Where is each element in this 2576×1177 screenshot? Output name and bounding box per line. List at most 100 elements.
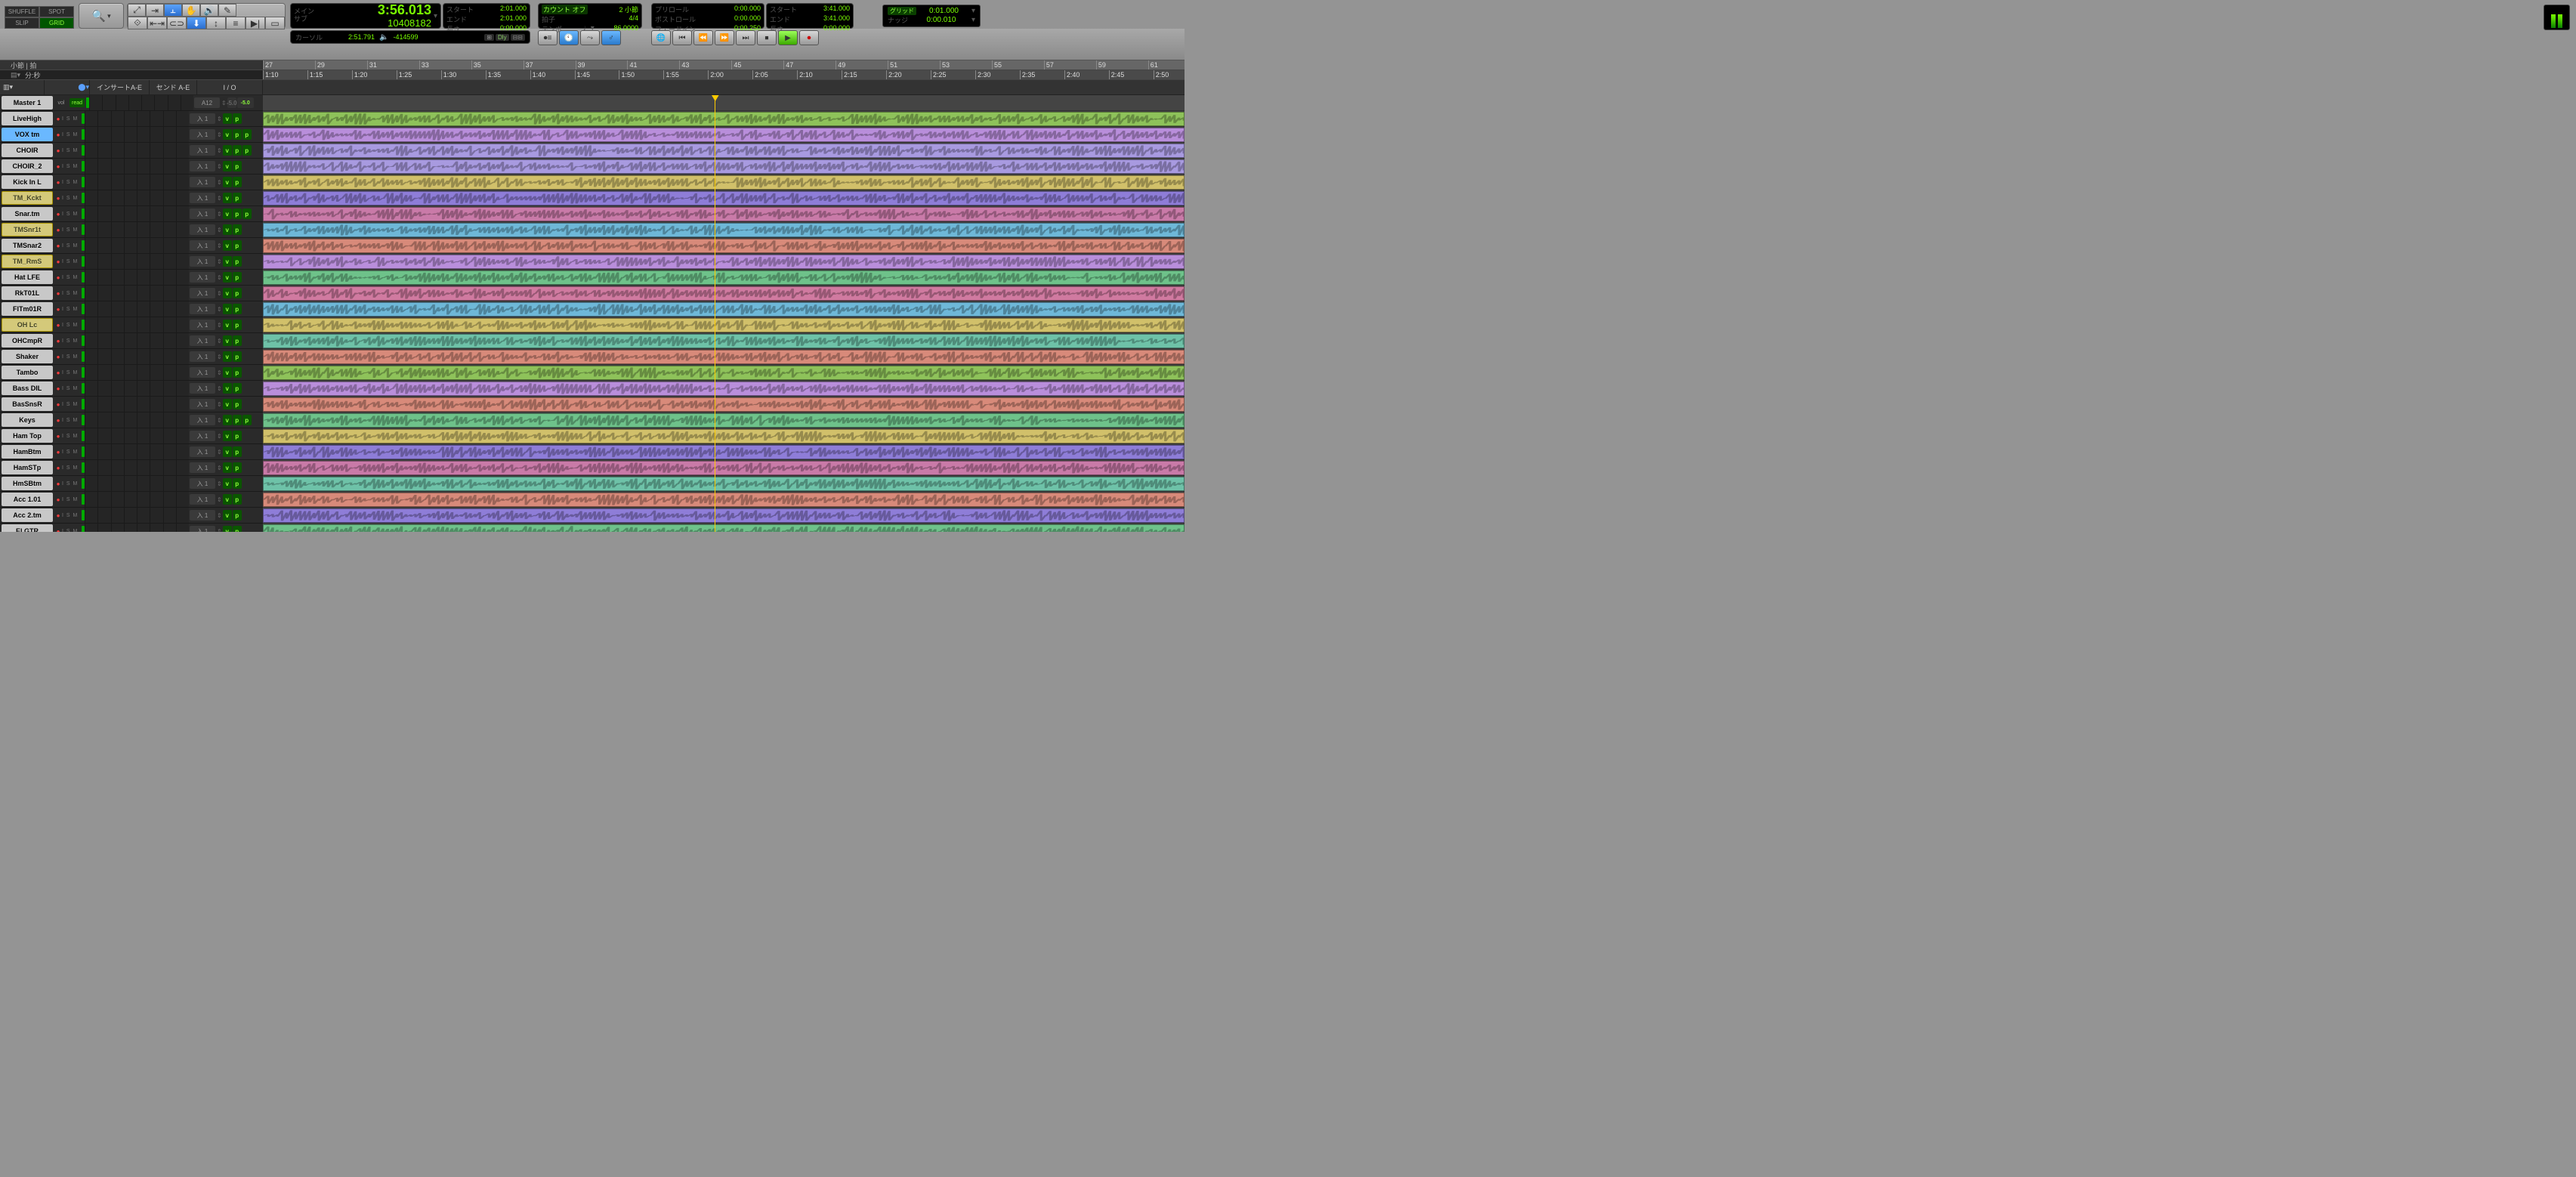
clip-lane[interactable]	[263, 524, 1185, 532]
insert-slot[interactable]	[111, 206, 124, 221]
playlist-btn[interactable]: -5.0	[237, 97, 254, 108]
insert-slot[interactable]	[137, 286, 150, 301]
clip-lane[interactable]	[263, 365, 1185, 381]
insert-slot[interactable]	[176, 365, 189, 380]
insert-slot[interactable]	[137, 206, 150, 221]
insert-slots[interactable]	[85, 476, 189, 491]
vol-label[interactable]: vol	[54, 98, 68, 107]
read-label[interactable]: read	[69, 98, 85, 107]
input-selector[interactable]: 入 1	[190, 224, 215, 235]
io-dropdown-icon[interactable]: ⇕	[217, 322, 222, 329]
clip-lane[interactable]	[263, 492, 1185, 508]
insert-slot[interactable]	[124, 460, 137, 475]
insert-slot[interactable]	[85, 333, 97, 348]
insert-slot[interactable]	[124, 381, 137, 396]
playlist-btn[interactable]: p	[233, 256, 242, 267]
input-selector[interactable]: 入 1	[190, 383, 215, 394]
track-header[interactable]: Ham Top ● I S M 入 1 ⇕ v p	[0, 428, 263, 444]
insert-slot[interactable]	[137, 381, 150, 396]
insert-slot[interactable]	[85, 270, 97, 285]
insert-slot[interactable]	[124, 301, 137, 317]
insert-slot[interactable]	[111, 381, 124, 396]
record-arm[interactable]: ●	[54, 304, 62, 314]
track-header[interactable]: LiveHigh ● I S M 入 1 ⇕ v p	[0, 111, 263, 127]
playlist-btn[interactable]: p	[233, 304, 242, 314]
preroll-label[interactable]: プリロール	[655, 5, 689, 14]
insert-slot[interactable]	[137, 428, 150, 443]
insert-slot[interactable]	[85, 349, 97, 364]
insert-slot[interactable]	[97, 270, 110, 285]
record-arm[interactable]: ●	[54, 289, 62, 298]
insert-slot[interactable]	[111, 349, 124, 364]
insert-slot[interactable]	[168, 95, 181, 110]
playlist-btn[interactable]: p	[233, 383, 242, 394]
clip-lane[interactable]	[263, 317, 1185, 333]
track-header[interactable]: RkT01L ● I S M 入 1 ⇕ v p	[0, 286, 263, 301]
insert-slot[interactable]	[137, 222, 150, 237]
layered-editing[interactable]: ▶|	[246, 17, 265, 29]
insert-slot[interactable]	[176, 159, 189, 174]
insert-slot[interactable]	[97, 381, 110, 396]
input-selector[interactable]: 入 1	[190, 510, 215, 521]
insert-slot[interactable]	[163, 301, 176, 317]
insert-slots[interactable]	[85, 524, 189, 532]
grid-mode[interactable]: GRID	[39, 17, 74, 29]
record-arm[interactable]: ●	[54, 479, 62, 488]
insert-slot[interactable]	[124, 508, 137, 523]
audio-clip[interactable]	[263, 508, 1185, 523]
input-selector[interactable]: 入 1	[190, 193, 215, 203]
insert-slot[interactable]	[124, 159, 137, 174]
insert-slot[interactable]	[163, 476, 176, 491]
track-header[interactable]: TM_RmS ● I S M 入 1 ⇕ v p	[0, 254, 263, 270]
audio-clip[interactable]	[263, 524, 1185, 532]
insert-slots[interactable]	[85, 254, 189, 269]
insert-slot[interactable]	[124, 127, 137, 142]
tracklist-menu-icon[interactable]: ▥▾	[3, 83, 13, 91]
insert-slot[interactable]	[137, 127, 150, 142]
track-name[interactable]: Snar.tm	[2, 207, 53, 221]
audio-clip[interactable]	[263, 207, 1185, 221]
track-header[interactable]: Shaker ● I S M 入 1 ⇕ v p	[0, 349, 263, 365]
voice-btn[interactable]: v	[223, 431, 232, 441]
track-name[interactable]: LiveHigh	[2, 112, 53, 125]
io-dropdown-icon[interactable]: ⇕	[217, 528, 222, 533]
io-dropdown-icon[interactable]: ⇕	[217, 163, 222, 170]
insert-slot[interactable]	[176, 428, 189, 443]
io-dropdown-icon[interactable]: ⇕	[217, 417, 222, 424]
voice-btn[interactable]: v	[223, 161, 232, 171]
insert-slot[interactable]	[163, 190, 176, 205]
insert-slot[interactable]	[85, 238, 97, 253]
insert-slot[interactable]	[111, 190, 124, 205]
io-dropdown-icon[interactable]: ⇕	[217, 480, 222, 487]
input-selector[interactable]: 入 1	[190, 113, 215, 124]
insert-slot[interactable]	[150, 222, 162, 237]
playlist-btn[interactable]: p	[233, 478, 242, 489]
audio-clip[interactable]	[263, 318, 1185, 332]
insert-slot[interactable]	[163, 397, 176, 412]
ism-buttons[interactable]: I S M	[62, 497, 80, 502]
insert-slot[interactable]	[124, 444, 137, 459]
input-selector[interactable]: 入 1	[190, 161, 215, 171]
preroll-val[interactable]: 0:00.000	[734, 5, 761, 14]
insert-slot[interactable]	[150, 190, 162, 205]
insertion-follows[interactable]: ⬇	[187, 17, 206, 29]
insert-slot[interactable]	[124, 492, 137, 507]
trim-tool[interactable]: ⇥	[146, 4, 164, 17]
clip-lane[interactable]	[263, 349, 1185, 365]
track-name[interactable]: El GTR	[2, 524, 53, 532]
audio-clip[interactable]	[263, 445, 1185, 459]
insert-slot[interactable]	[176, 222, 189, 237]
playlist-btn[interactable]: p	[233, 335, 242, 346]
link-edit[interactable]: ⊂⊃	[167, 17, 187, 29]
insert-slot[interactable]	[85, 397, 97, 412]
record-arm[interactable]: ●	[54, 162, 62, 171]
sub-counter-value[interactable]: 10408182	[388, 18, 431, 29]
io-dropdown-icon[interactable]: ⇕	[217, 401, 222, 408]
io-dropdown-icon[interactable]: ⇕	[217, 385, 222, 392]
zoomer-tool[interactable]: ⤢	[128, 4, 146, 17]
timeline-ind[interactable]: ⊞	[484, 34, 494, 41]
insert-slot[interactable]	[85, 127, 97, 142]
track-name[interactable]: Keys	[2, 413, 53, 427]
mirrored-midi[interactable]: ≡	[226, 17, 246, 29]
io-dropdown-icon[interactable]: ⇕	[217, 512, 222, 519]
